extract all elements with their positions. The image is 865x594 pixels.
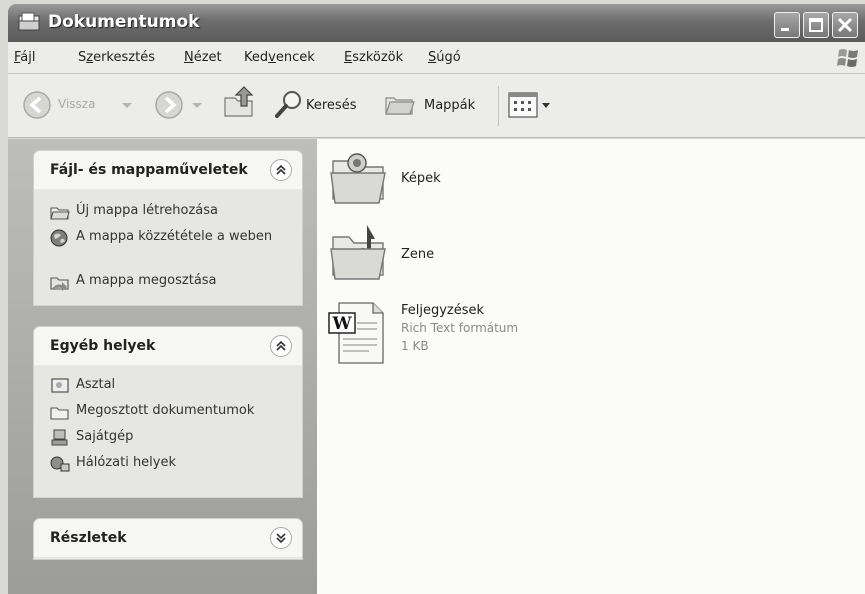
maximize-button[interactable] xyxy=(803,12,829,38)
file-size: 1 KB xyxy=(401,339,429,353)
chevron-down-icon xyxy=(192,103,202,108)
new-folder-icon xyxy=(50,203,70,221)
collapse-icon[interactable] xyxy=(270,159,292,181)
shared-folder-icon xyxy=(50,403,70,421)
menu-help[interactable]: Súgó xyxy=(428,50,461,65)
close-icon xyxy=(837,17,853,33)
file-item-pictures[interactable]: Képek xyxy=(327,143,527,211)
up-folder-icon xyxy=(224,86,254,117)
music-folder-icon xyxy=(327,219,391,287)
file-item-music[interactable]: Zene xyxy=(327,219,527,287)
menu-edit[interactable]: Szerkesztés xyxy=(78,50,155,65)
expand-icon[interactable] xyxy=(270,527,292,549)
file-tasks-title: Fájl- és mappaműveletek xyxy=(50,162,248,178)
back-button[interactable]: Vissza xyxy=(22,90,134,122)
folder-documents-icon xyxy=(18,12,40,32)
close-button[interactable] xyxy=(832,12,858,38)
back-arrow-icon xyxy=(23,91,51,119)
folders-button[interactable]: Mappák xyxy=(384,88,488,124)
network-icon xyxy=(50,455,70,473)
details-header[interactable]: Részletek xyxy=(34,519,302,557)
maximize-icon xyxy=(809,18,823,32)
file-name: Zene xyxy=(401,247,435,262)
views-button[interactable] xyxy=(508,92,554,120)
search-button[interactable]: Keresés xyxy=(274,88,370,124)
minimize-button[interactable] xyxy=(774,12,800,38)
file-type: Rich Text formátum xyxy=(401,321,519,335)
menu-bar: Fájl Szerkesztés Nézet Kedvencek Eszközö… xyxy=(8,42,865,74)
other-places-panel: Egyéb helyek Asztal Megosztott dokumentu… xyxy=(34,327,302,497)
computer-icon xyxy=(50,429,70,447)
file-name: Képek xyxy=(401,171,441,186)
title-bar[interactable]: Dokumentumok xyxy=(8,4,865,42)
minimize-icon xyxy=(781,28,789,31)
file-name: Feljegyzések xyxy=(401,303,485,318)
desktop-icon xyxy=(50,377,70,395)
forward-arrow-icon xyxy=(155,91,183,119)
other-places-header[interactable]: Egyéb helyek xyxy=(34,327,302,365)
other-places-title: Egyéb helyek xyxy=(50,338,156,354)
share-folder-icon xyxy=(50,273,70,291)
search-icon xyxy=(275,91,301,118)
details-title: Részletek xyxy=(50,530,127,546)
folders-icon xyxy=(385,97,415,115)
menu-file[interactable]: Fájl xyxy=(14,50,36,65)
word-document-icon: W xyxy=(327,299,391,371)
file-tasks-panel: Fájl- és mappaműveletek Új mappa létreho… xyxy=(34,151,302,305)
up-folder-button[interactable] xyxy=(222,84,258,124)
window-title: Dokumentumok xyxy=(48,12,200,32)
windows-logo-icon xyxy=(836,46,862,70)
views-icon xyxy=(508,92,538,118)
chevron-down-icon xyxy=(542,103,550,108)
collapse-icon[interactable] xyxy=(270,335,292,357)
toolbar: Vissza Keresés Mappák xyxy=(8,74,865,138)
menu-tools[interactable]: Eszközök xyxy=(344,50,403,65)
task-pane: Fájl- és mappaműveletek Új mappa létreho… xyxy=(8,139,317,594)
menu-view[interactable]: Nézet xyxy=(184,50,222,65)
chevron-down-icon xyxy=(122,103,132,108)
globe-icon xyxy=(50,229,70,247)
svg-text:W: W xyxy=(331,314,352,334)
pictures-folder-icon xyxy=(327,143,391,211)
details-panel: Részletek xyxy=(34,519,302,559)
file-item-notes[interactable]: W Feljegyzések Rich Text formátum 1 KB xyxy=(327,299,567,369)
file-list: Képek Zene W Feljegyzések Rich Text form… xyxy=(317,139,865,594)
toolbar-separator xyxy=(498,86,499,126)
forward-button[interactable] xyxy=(154,90,206,122)
menu-favorites[interactable]: Kedvencek xyxy=(244,50,315,65)
file-tasks-header[interactable]: Fájl- és mappaműveletek xyxy=(34,151,302,189)
